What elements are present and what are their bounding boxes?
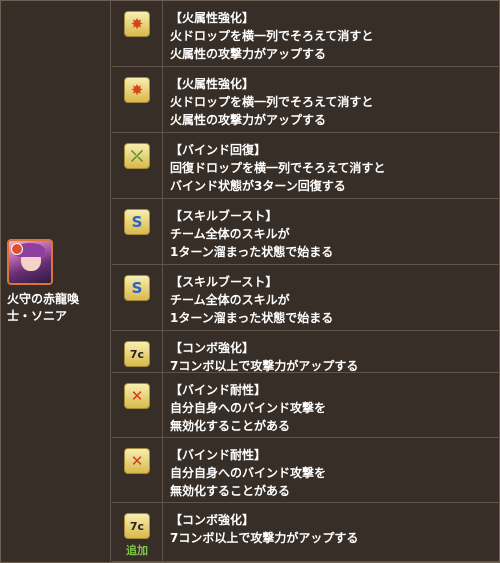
- awakening-description: 【バインド回復】回復ドロップを横一列でそろえて消すと バインド状態が3ターン回復す…: [170, 141, 495, 195]
- awakening-effect-line: チーム全体のスキルが: [170, 293, 290, 307]
- awakening-description: 【バインド耐性】自分自身へのバインド攻撃を 無効化することがある: [170, 381, 495, 435]
- awakening-effect-line: 火属性の攻撃力がアップする: [170, 47, 327, 61]
- monster-cell: 火守の赤龍喚 士・ソニア: [1, 1, 111, 562]
- awakening-effect-line: バインド状態が3ターン回復する: [170, 179, 346, 193]
- awakening-title: 【コンボ強化】: [170, 513, 255, 527]
- awakening-row: 7c 【コンボ強化】 7コンボ以上で攻撃力がアップする: [112, 331, 499, 373]
- awakening-icon-cell: ✸: [112, 67, 163, 132]
- awakening-description: 【コンボ強化】 7コンボ以上で攻撃力がアップする: [170, 339, 495, 375]
- awakening-icon-cell: 7c 追加: [112, 503, 163, 561]
- awakening-title: 【火属性強化】: [170, 11, 255, 25]
- awakening-effect-line: 火ドロップを横一列でそろえて消すと: [170, 29, 374, 43]
- awakening-effect-line: 火属性の攻撃力がアップする: [170, 113, 327, 127]
- awakening-row: ✕ 【バインド耐性】自分自身へのバインド攻撃を 無効化することがある: [112, 438, 499, 503]
- bind-resist-icon[interactable]: ✕: [124, 448, 150, 474]
- awakening-description: 【火属性強化】火ドロップを横一列でそろえて消すと 火属性の攻撃力がアップする: [170, 75, 495, 129]
- awakening-title: 【スキルブースト】: [170, 209, 278, 223]
- monster-name-line2: 士・ソニア: [7, 308, 68, 323]
- awakening-row: S 【スキルブースト】 チーム全体のスキルが 1ターン溜まった状態で始まる: [112, 199, 499, 265]
- awakening-icon-cell: ✕: [112, 438, 163, 502]
- fire-enhance-icon[interactable]: ✸: [124, 77, 150, 103]
- awakening-effect-line: 自分自身へのバインド攻撃を: [170, 401, 327, 415]
- awakening-effect-line: 1ターン溜まった状態で始まる: [170, 311, 334, 325]
- awakening-title: 【火属性強化】: [170, 77, 255, 91]
- awakening-description: 【火属性強化】火ドロップを横一列でそろえて消すと 火属性の攻撃力がアップする: [170, 9, 495, 63]
- awakening-title: 【バインド耐性】: [170, 448, 267, 462]
- awakening-description: 【スキルブースト】 チーム全体のスキルが 1ターン溜まった状態で始まる: [170, 207, 495, 261]
- skill-boost-icon[interactable]: S: [124, 275, 150, 301]
- awakening-effect-line: 火ドロップを横一列でそろえて消すと: [170, 95, 374, 109]
- awakening-effect-line: 回復ドロップを横一列でそろえて消すと: [170, 161, 386, 175]
- awakening-icon-cell: S: [112, 265, 163, 330]
- fire-enhance-icon[interactable]: ✸: [124, 11, 150, 37]
- combo-enhance-icon[interactable]: 7c: [124, 513, 150, 539]
- awakening-effect-line: 1ターン溜まった状態で始まる: [170, 245, 334, 259]
- awakening-effect-line: 自分自身へのバインド攻撃を: [170, 466, 327, 480]
- awakening-effect-line: 無効化することがある: [170, 484, 291, 498]
- awakening-row: ✕ 【バインド耐性】自分自身へのバインド攻撃を 無効化することがある: [112, 373, 499, 438]
- monster-portrait-icon[interactable]: [7, 238, 53, 285]
- added-label: 追加: [126, 544, 148, 557]
- awakening-description: 【バインド耐性】自分自身へのバインド攻撃を 無効化することがある: [170, 446, 495, 500]
- bind-recovery-icon[interactable]: ⤫: [124, 143, 150, 169]
- skill-boost-icon[interactable]: S: [124, 209, 150, 235]
- awakening-effect-line: チーム全体のスキルが: [170, 227, 290, 241]
- awakening-title: 【スキルブースト】: [170, 275, 278, 289]
- awakening-title: 【バインド耐性】: [170, 383, 267, 397]
- awakening-icon-cell: 7c: [112, 331, 163, 372]
- awakening-description: 【コンボ強化】 7コンボ以上で攻撃力がアップする: [170, 511, 495, 547]
- combo-enhance-icon[interactable]: 7c: [124, 341, 150, 367]
- awakening-icon-cell: ✕: [112, 373, 163, 437]
- bind-resist-icon[interactable]: ✕: [124, 383, 150, 409]
- awakening-row: S 【スキルブースト】 チーム全体のスキルが 1ターン溜まった状態で始まる: [112, 265, 499, 331]
- awakening-icon-cell: ⤫: [112, 133, 163, 198]
- awakening-title: 【コンボ強化】: [170, 341, 255, 355]
- monster-name-line1: 火守の赤龍喚: [7, 291, 80, 306]
- awakening-row: ✸ 【火属性強化】火ドロップを横一列でそろえて消すと 火属性の攻撃力がアップする: [112, 67, 499, 133]
- monster-name: 火守の赤龍喚 士・ソニア: [7, 291, 107, 325]
- awakening-row: 7c 追加 【コンボ強化】 7コンボ以上で攻撃力がアップする: [112, 503, 499, 562]
- awakening-effect-line: 7コンボ以上で攻撃力がアップする: [170, 531, 359, 545]
- awakening-icon-cell: ✸: [112, 1, 163, 66]
- awakening-title: 【バインド回復】: [170, 143, 267, 157]
- awakening-table: 火守の赤龍喚 士・ソニア ✸ 【火属性強化】 火ドロップを横一列でそろえて消すと 火属…: [0, 0, 500, 563]
- awakening-description: 【スキルブースト】 チーム全体のスキルが 1ターン溜まった状態で始まる: [170, 273, 495, 327]
- awakening-icon-cell: S: [112, 199, 163, 264]
- awakening-row: ✸ 【火属性強化】火ドロップを横一列でそろえて消すと 火属性の攻撃力がアップする: [112, 1, 499, 67]
- awakening-effect-line: 無効化することがある: [170, 419, 291, 433]
- fire-attribute-icon: [11, 242, 23, 255]
- awakening-row: ⤫ 【バインド回復】回復ドロップを横一列でそろえて消すと バインド状態が3ターン回復…: [112, 133, 499, 199]
